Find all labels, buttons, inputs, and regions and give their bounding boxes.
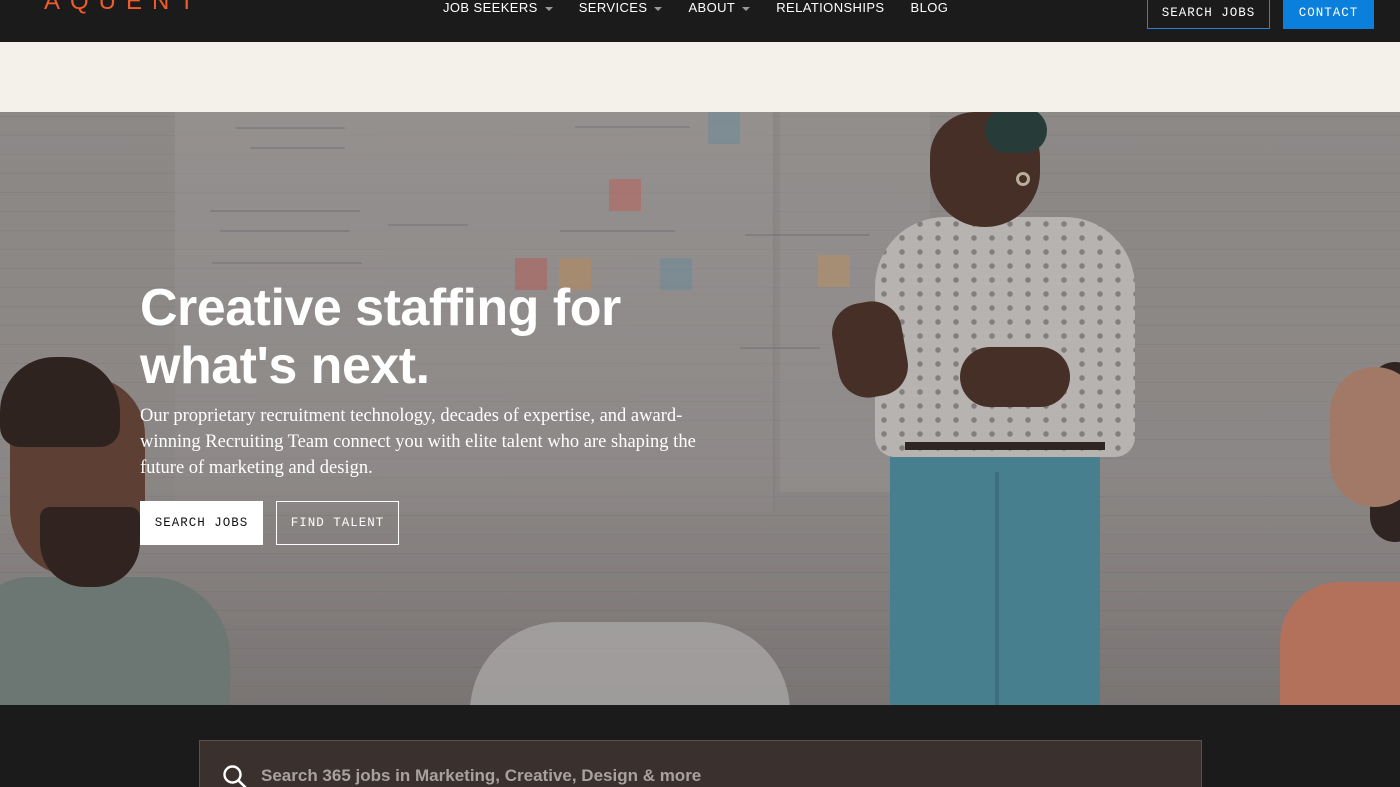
nav-item-label: BLOG: [910, 0, 949, 15]
hero-title: Creative staffing for what's next.: [140, 279, 621, 395]
job-search-placeholder: Search 365 jobs in Marketing, Creative, …: [261, 766, 702, 785]
nav-item-about[interactable]: ABOUT: [688, 0, 751, 16]
chevron-down-icon: [544, 6, 553, 11]
main-nav: JOB SEEKERS SERVICES ABOUT RELATIONSHIPS…: [443, 0, 948, 16]
nav-item-blog[interactable]: BLOG: [911, 0, 949, 16]
top-navigation: AQUENT JOB SEEKERS SERVICES ABOUT RELATI…: [0, 0, 1400, 42]
nav-item-label: JOB SEEKERS: [443, 0, 538, 15]
nav-item-label: ABOUT: [688, 0, 736, 15]
nav-item-relationships[interactable]: RELATIONSHIPS: [776, 0, 884, 16]
search-icon[interactable]: [222, 764, 248, 787]
aquent-logo[interactable]: AQUENT: [44, 0, 204, 16]
announcement-band: [0, 42, 1400, 112]
nav-search-jobs-button[interactable]: SEARCH JOBS: [1147, 0, 1270, 29]
hero-find-talent-button[interactable]: FIND TALENT: [276, 501, 399, 545]
hero-search-jobs-button[interactable]: SEARCH JOBS: [140, 501, 263, 545]
chevron-down-icon: [654, 6, 663, 11]
chevron-down-icon: [742, 6, 751, 11]
nav-item-label: RELATIONSHIPS: [776, 0, 885, 15]
hero-subtitle: Our proprietary recruitment technology, …: [140, 406, 696, 478]
nav-contact-button[interactable]: CONTACT: [1283, 0, 1374, 29]
nav-item-label: SERVICES: [578, 0, 648, 15]
nav-item-job-seekers[interactable]: JOB SEEKERS: [443, 0, 553, 16]
nav-item-services[interactable]: SERVICES: [579, 0, 663, 16]
